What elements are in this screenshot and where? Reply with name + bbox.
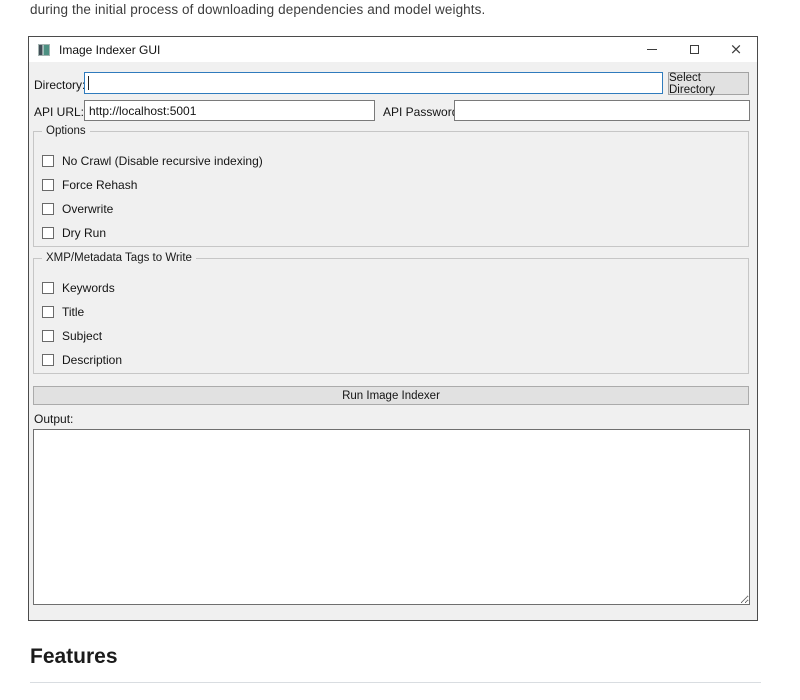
xmp-tags-legend: XMP/Metadata Tags to Write [42,252,196,264]
api-url-input[interactable] [84,100,375,121]
options-groupbox: Options No Crawl (Disable recursive inde… [33,131,749,247]
maximize-button[interactable] [673,37,715,62]
checkbox-label: Dry Run [62,226,106,240]
xmp-tags-groupbox: XMP/Metadata Tags to Write Keywords Titl… [33,258,749,374]
checkbox-force-rehash[interactable]: Force Rehash [42,173,748,197]
output-label: Output: [34,412,73,426]
checkbox-icon[interactable] [42,227,54,239]
api-password-input[interactable] [454,100,750,121]
checkbox-overwrite[interactable]: Overwrite [42,197,748,221]
output-textarea[interactable] [33,429,750,605]
checkbox-icon[interactable] [42,203,54,215]
checkbox-label: Overwrite [62,202,113,216]
checkbox-label: Keywords [62,281,115,295]
checkbox-label: Force Rehash [62,178,137,192]
text-caret [88,76,89,90]
checkbox-icon[interactable] [42,354,54,366]
titlebar[interactable]: Image Indexer GUI × [29,37,757,62]
select-directory-button[interactable]: Select Directory [668,72,749,95]
maximize-icon [690,45,699,54]
directory-label: Directory: [34,78,85,92]
window-controls: × [631,37,757,62]
image-indexer-window: Image Indexer GUI × Directory: Select Di… [28,36,758,621]
app-icon [38,44,50,56]
checkbox-label: No Crawl (Disable recursive indexing) [62,154,263,168]
directory-input[interactable] [84,72,663,94]
window-title: Image Indexer GUI [59,43,160,57]
checkbox-icon[interactable] [42,306,54,318]
options-legend: Options [42,125,90,137]
checkbox-title[interactable]: Title [42,300,748,324]
checkbox-icon[interactable] [42,179,54,191]
close-button[interactable]: × [715,37,757,62]
checkbox-icon[interactable] [42,155,54,167]
intro-text: during the initial process of downloadin… [30,2,485,17]
section-divider [30,682,761,683]
features-heading: Features [30,645,118,669]
checkbox-dry-run[interactable]: Dry Run [42,221,748,245]
checkbox-label: Subject [62,329,102,343]
checkbox-keywords[interactable]: Keywords [42,276,748,300]
minimize-button[interactable] [631,37,673,62]
checkbox-no-crawl[interactable]: No Crawl (Disable recursive indexing) [42,149,748,173]
api-password-label: API Password: [383,105,462,119]
checkbox-subject[interactable]: Subject [42,324,748,348]
checkbox-icon[interactable] [42,330,54,342]
checkbox-label: Title [62,305,84,319]
api-url-label: API URL: [34,105,84,119]
checkbox-icon[interactable] [42,282,54,294]
close-icon: × [730,42,743,57]
minimize-icon [647,49,657,50]
checkbox-description[interactable]: Description [42,348,748,372]
run-image-indexer-button[interactable]: Run Image Indexer [33,386,749,405]
checkbox-label: Description [62,353,122,367]
